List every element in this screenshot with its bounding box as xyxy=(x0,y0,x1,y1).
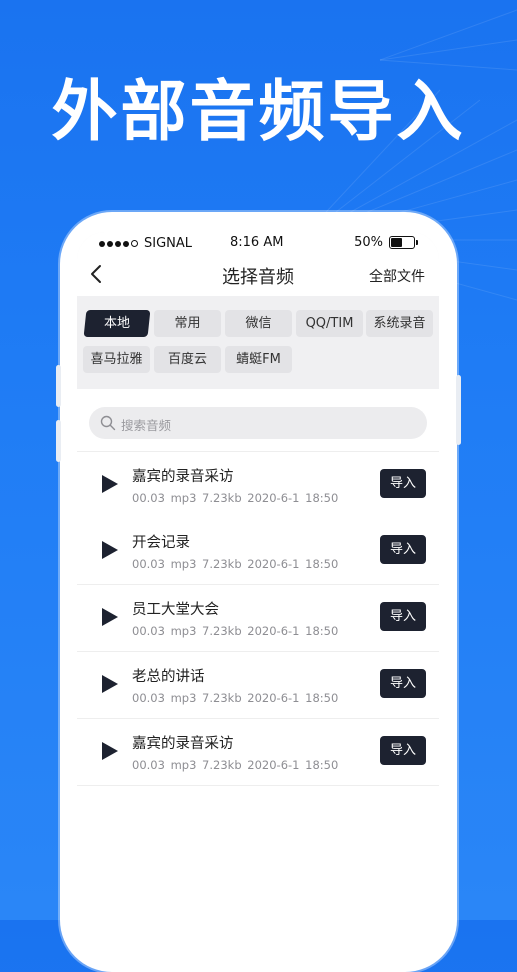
audio-file-row[interactable]: 嘉宾的录音采访 00.03 mp3 7.23kb 2020-6-1 18:50 … xyxy=(77,451,439,519)
phone-side-button xyxy=(56,420,61,462)
nav-bar: 选择音频 全部文件 xyxy=(77,256,439,296)
audio-file-row[interactable]: 开会记录 00.03 mp3 7.23kb 2020-6-1 18:50 导入 xyxy=(77,518,439,585)
tab-label: 系统录音 xyxy=(373,316,426,331)
status-bar: SIGNAL 8:16 AM 50% xyxy=(77,232,439,256)
file-meta: 00.03 mp3 7.23kb 2020-6-1 18:50 xyxy=(132,758,339,772)
search-placeholder: 搜索音频 xyxy=(121,418,172,433)
import-button[interactable]: 导入 xyxy=(380,669,426,698)
tab-label: 常用 xyxy=(174,316,201,331)
phone-power-button xyxy=(456,375,461,445)
file-title: 嘉宾的录音采访 xyxy=(132,736,234,752)
signal-dot xyxy=(123,240,129,247)
tab-wechat[interactable]: 微信 xyxy=(225,310,292,337)
carrier-label: SIGNAL xyxy=(144,236,193,251)
battery-indicator: 50% xyxy=(354,235,418,250)
audio-file-row[interactable]: 老总的讲话 00.03 mp3 7.23kb 2020-6-1 18:50 导入 xyxy=(77,652,439,719)
tab-label: 蜻蜓FM xyxy=(236,352,281,367)
import-button[interactable]: 导入 xyxy=(380,535,426,564)
import-button[interactable]: 导入 xyxy=(380,469,426,498)
search-input[interactable]: 搜索音频 xyxy=(89,407,427,439)
phone-side-button xyxy=(56,365,61,407)
signal-dot xyxy=(131,240,138,247)
signal-indicator: SIGNAL xyxy=(99,236,192,251)
play-icon[interactable] xyxy=(101,607,119,627)
play-icon[interactable] xyxy=(101,540,119,560)
audio-file-row[interactable]: 嘉宾的录音采访 00.03 mp3 7.23kb 2020-6-1 18:50 … xyxy=(77,719,439,786)
tab-label: 百度云 xyxy=(167,352,207,367)
tab-label: QQ/TIM xyxy=(305,316,354,331)
signal-dot xyxy=(115,240,121,247)
file-title: 开会记录 xyxy=(132,535,190,551)
file-title: 嘉宾的录音采访 xyxy=(132,469,234,485)
file-title: 老总的讲话 xyxy=(132,669,205,685)
import-button[interactable]: 导入 xyxy=(380,602,426,631)
tab-local[interactable]: 本地 xyxy=(83,310,151,337)
battery-icon xyxy=(389,236,418,249)
play-icon[interactable] xyxy=(101,741,119,761)
tab-qingting-fm[interactable]: 蜻蜓FM xyxy=(225,346,292,373)
battery-percent: 50% xyxy=(354,235,383,250)
file-title: 员工大堂大会 xyxy=(132,602,219,618)
import-button[interactable]: 导入 xyxy=(380,736,426,765)
phone-screen: SIGNAL 8:16 AM 50% 选择音频 全部文件 本地 常用 微信 QQ… xyxy=(77,232,439,932)
play-icon[interactable] xyxy=(101,674,119,694)
play-icon[interactable] xyxy=(101,474,119,494)
tab-qq-tim[interactable]: QQ/TIM xyxy=(296,310,363,337)
status-time: 8:16 AM xyxy=(230,235,284,250)
tab-ximalaya[interactable]: 喜马拉雅 xyxy=(83,346,150,373)
tab-label: 喜马拉雅 xyxy=(90,352,143,367)
search-icon xyxy=(100,415,116,431)
file-meta: 00.03 mp3 7.23kb 2020-6-1 18:50 xyxy=(132,557,339,571)
file-list-area: 搜索音频 嘉宾的录音采访 00.03 mp3 7.23kb 2020-6-1 1… xyxy=(77,389,439,932)
signal-dot xyxy=(107,240,113,247)
audio-file-row[interactable]: 员工大堂大会 00.03 mp3 7.23kb 2020-6-1 18:50 导… xyxy=(77,585,439,652)
file-meta: 00.03 mp3 7.23kb 2020-6-1 18:50 xyxy=(132,491,339,505)
tab-label: 本地 xyxy=(103,316,130,331)
file-meta: 00.03 mp3 7.23kb 2020-6-1 18:50 xyxy=(132,624,339,638)
tab-label: 微信 xyxy=(245,316,272,331)
source-tabs: 本地 常用 微信 QQ/TIM 系统录音 喜马拉雅 百度云 蜻蜓FM xyxy=(77,296,439,389)
tab-frequent[interactable]: 常用 xyxy=(154,310,221,337)
tab-system-recording[interactable]: 系统录音 xyxy=(366,310,433,337)
all-files-button[interactable]: 全部文件 xyxy=(369,266,425,286)
tab-baidu-cloud[interactable]: 百度云 xyxy=(154,346,221,373)
banner-headline: 外部音频导入 xyxy=(51,73,466,150)
signal-dot xyxy=(99,240,105,247)
file-meta: 00.03 mp3 7.23kb 2020-6-1 18:50 xyxy=(132,691,339,705)
